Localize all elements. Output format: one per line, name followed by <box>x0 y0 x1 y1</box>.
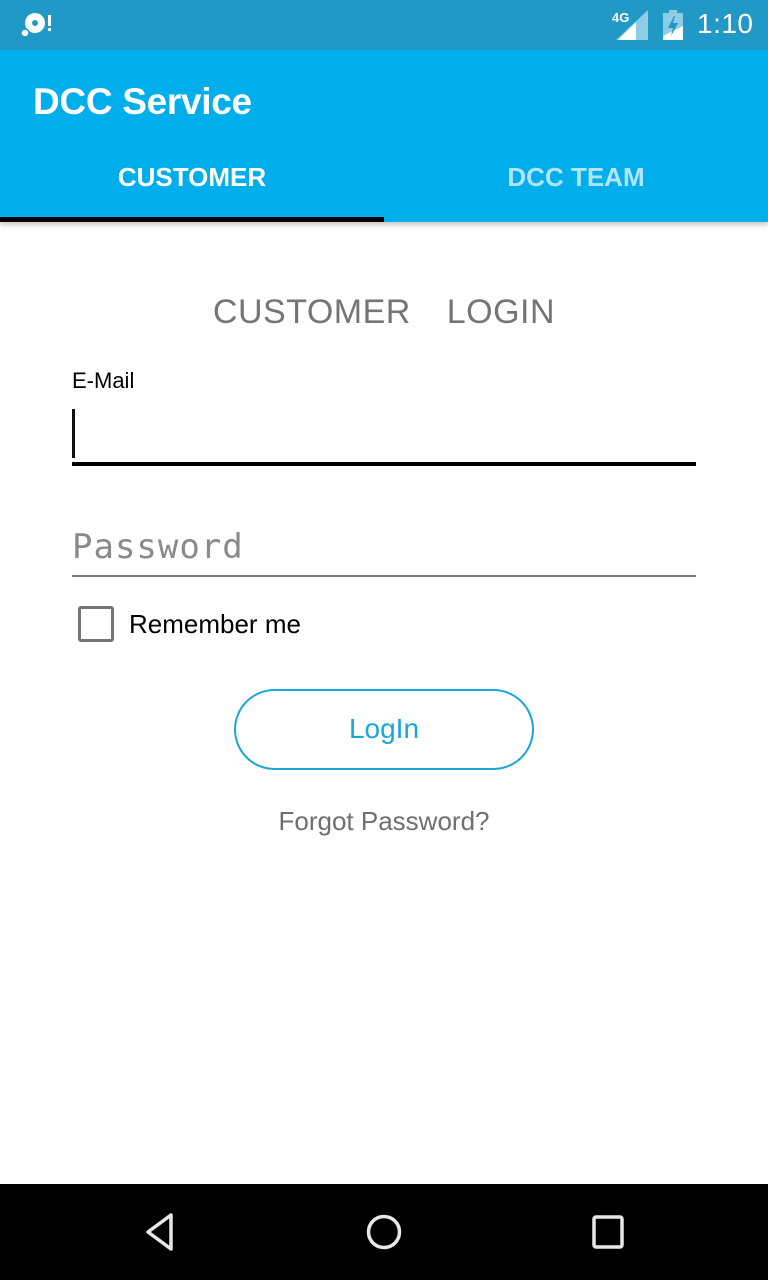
app-bar: DCC Service CUSTOMER DCC TEAM <box>0 50 768 222</box>
login-heading: CUSTOMER LOGIN <box>212 293 556 331</box>
text-cursor <box>72 409 75 458</box>
battery-charging-icon <box>663 10 683 40</box>
password-input[interactable] <box>72 518 696 577</box>
remember-me-label: Remember me <box>129 608 301 639</box>
login-button[interactable]: LogIn <box>234 689 534 770</box>
email-input[interactable] <box>72 400 696 466</box>
tab-indicator <box>0 217 384 222</box>
recents-button[interactable] <box>578 1202 638 1262</box>
tab-customer[interactable]: CUSTOMER <box>0 140 384 222</box>
remember-me-checkbox[interactable] <box>78 606 114 642</box>
home-icon <box>366 1214 402 1250</box>
remember-me-row[interactable]: Remember me <box>78 606 301 642</box>
forgot-password-link[interactable]: Forgot Password? <box>0 806 768 837</box>
disc-alert-icon <box>20 13 51 38</box>
back-icon <box>146 1213 173 1251</box>
email-label: E-Mail <box>72 368 135 393</box>
status-time: 1:10 <box>697 8 754 39</box>
signal-icon <box>616 10 648 40</box>
status-bar: 4G 1:10 <box>0 0 768 50</box>
app-title: DCC Service <box>33 81 252 122</box>
tab-dcc-team[interactable]: DCC TEAM <box>384 140 768 222</box>
recents-icon <box>592 1215 624 1249</box>
back-button[interactable] <box>130 1202 190 1262</box>
home-button[interactable] <box>354 1202 414 1262</box>
system-nav-bar <box>0 1184 768 1280</box>
